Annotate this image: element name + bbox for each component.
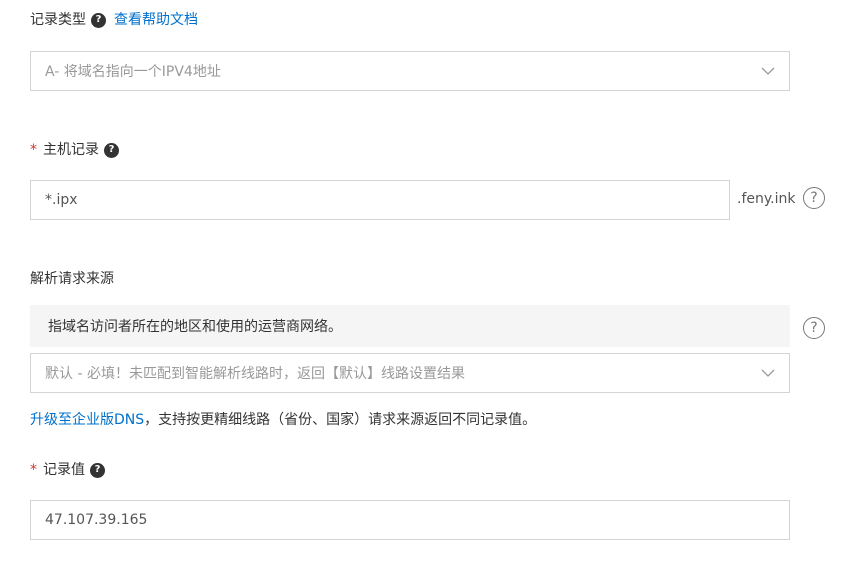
host-record-help-icon[interactable]: ? (104, 142, 119, 158)
record-value-input[interactable] (45, 512, 775, 528)
record-value-input-wrapper (30, 500, 790, 540)
record-type-select[interactable]: A- 将域名指向一个IPV4地址 (30, 51, 790, 91)
required-mark: * (30, 142, 37, 158)
help-doc-link[interactable]: 查看帮助文档 (114, 10, 198, 30)
chevron-down-icon (761, 67, 775, 75)
record-type-help-icon[interactable]: ? (91, 12, 106, 28)
record-value-label-row: * 记录值 ? (30, 460, 105, 480)
chevron-down-icon (761, 369, 775, 377)
upgrade-link[interactable]: 升级至企业版DNS (30, 412, 144, 428)
record-type-label-row: 记录类型 ? 查看帮助文档 (30, 10, 198, 30)
host-record-input[interactable] (45, 192, 715, 208)
request-source-selected-value: 默认 - 必填！未匹配到智能解析线路时，返回【默认】线路设置结果 (45, 366, 465, 382)
record-type-selected-value: A- 将域名指向一个IPV4地址 (45, 64, 221, 80)
domain-suffix: .feny.ink (737, 191, 796, 207)
required-mark: * (30, 462, 37, 478)
question-circle-icon[interactable]: ? (803, 317, 825, 339)
upgrade-hint: 升级至企业版DNS，支持按更精细线路（省份、国家）请求来源返回不同记录值。 (30, 409, 536, 429)
record-value-help-icon[interactable]: ? (90, 462, 105, 478)
host-record-label: 主机记录 (43, 142, 99, 158)
request-source-label: 解析请求来源 (30, 271, 114, 287)
host-record-label-row: * 主机记录 ? (30, 140, 119, 160)
host-record-input-wrapper (30, 180, 730, 220)
record-type-label: 记录类型 (30, 12, 86, 28)
request-source-info-text: 指域名访问者所在的地区和使用的运营商网络。 (48, 319, 342, 335)
request-source-info: 指域名访问者所在的地区和使用的运营商网络。 (30, 305, 790, 347)
record-value-label: 记录值 (43, 462, 85, 478)
request-source-select[interactable]: 默认 - 必填！未匹配到智能解析线路时，返回【默认】线路设置结果 (30, 353, 790, 393)
question-circle-icon[interactable]: ? (803, 187, 825, 209)
upgrade-hint-text: ，支持按更精细线路（省份、国家）请求来源返回不同记录值。 (144, 412, 537, 428)
